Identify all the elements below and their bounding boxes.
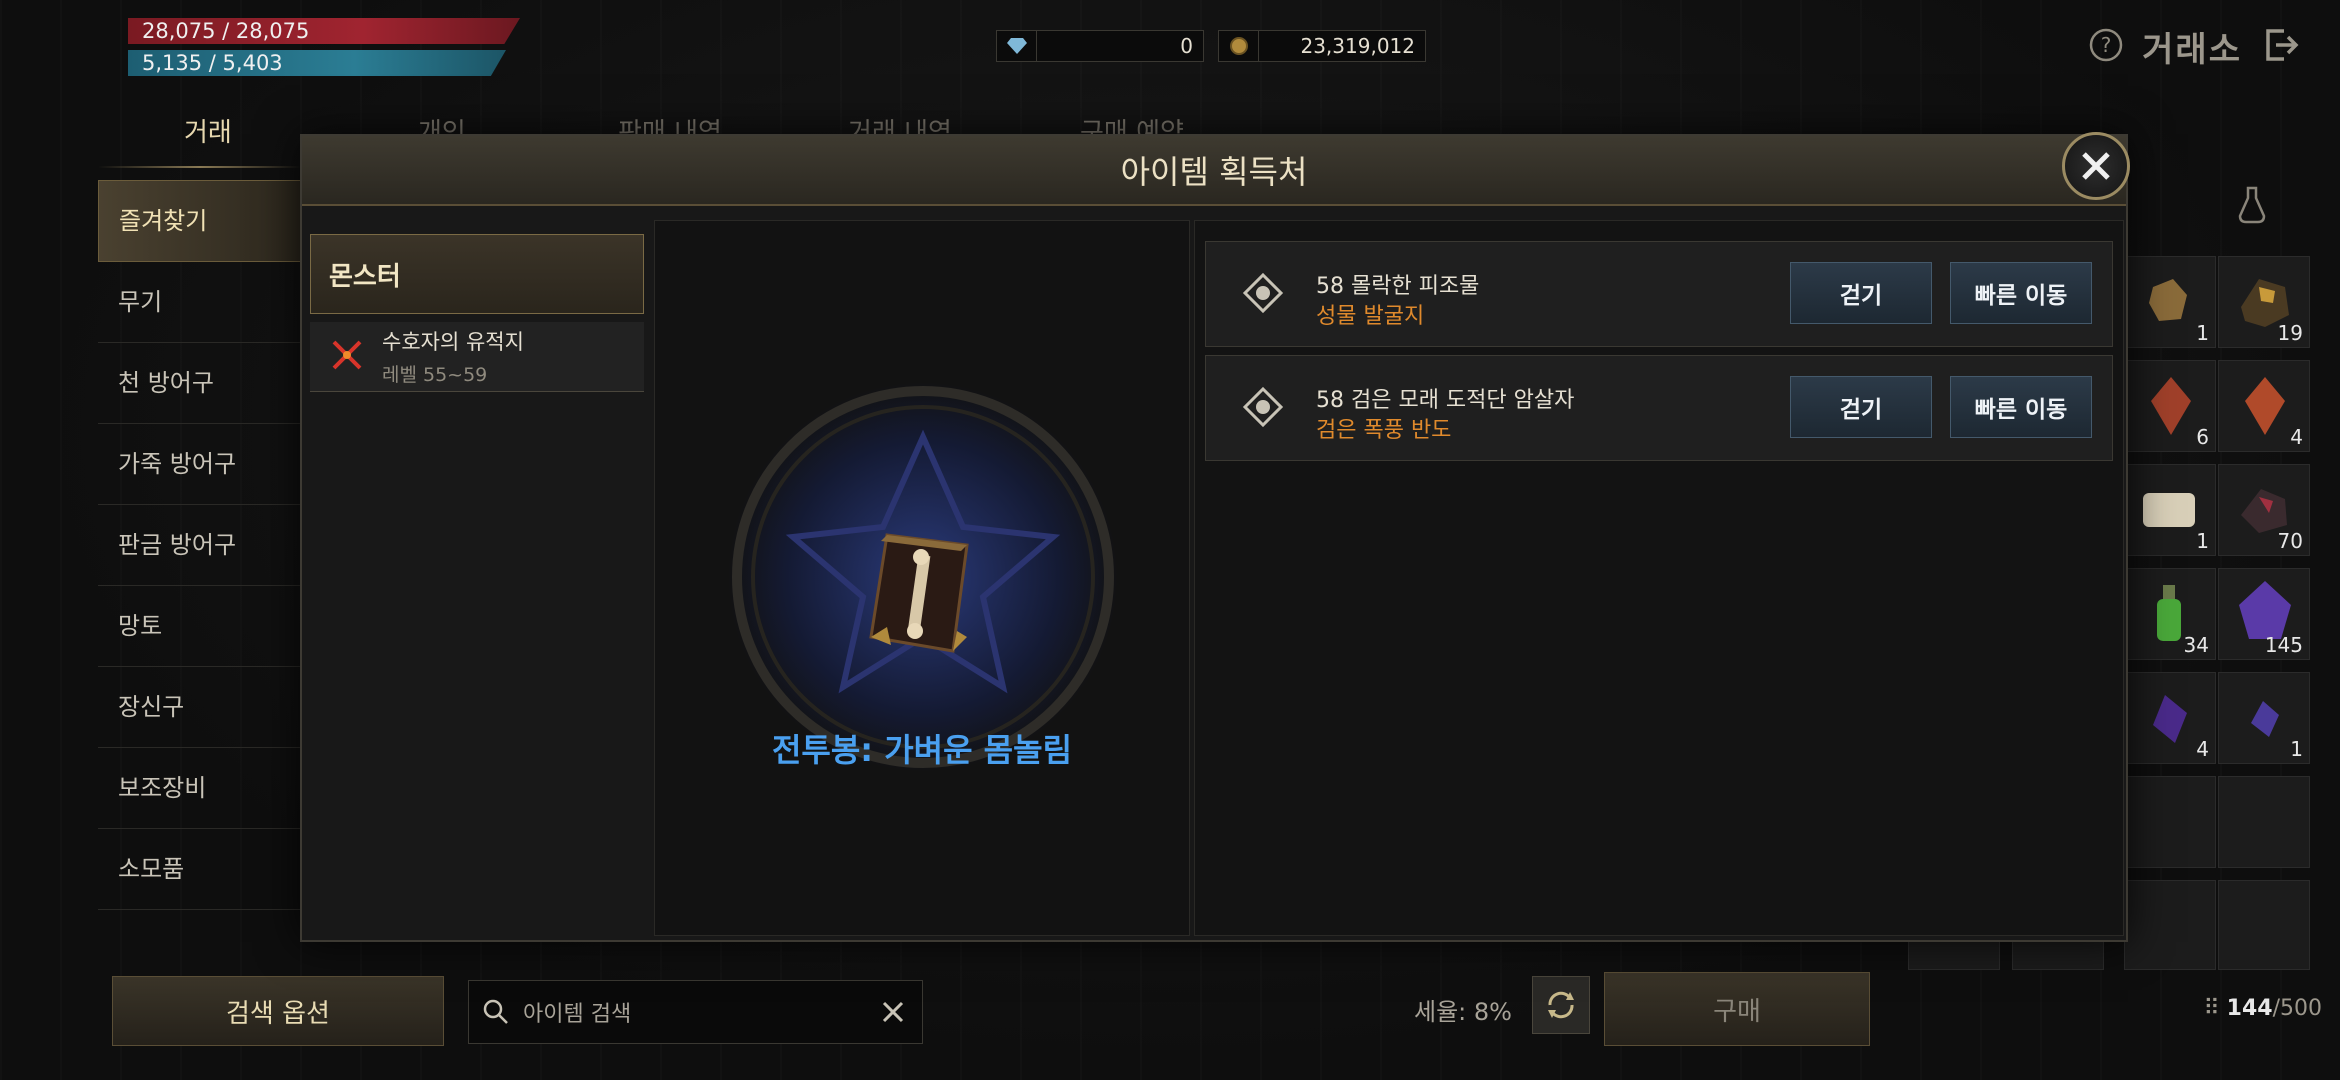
item-preview-pane: 전투봉: 가벼운 몸놀림 [654, 220, 1190, 936]
source-type-label: 몬스터 [329, 261, 401, 292]
fast-travel-button[interactable]: 빠른 이동 [1950, 262, 2092, 324]
top-right-controls: ? 거래소 [2088, 22, 2300, 71]
search-input[interactable]: 아이템 검색 [468, 980, 923, 1044]
inventory-slot-empty[interactable] [2218, 880, 2310, 970]
buy-label: 구매 [1713, 996, 1761, 1027]
mp-text: 5,135 / 5,403 [142, 51, 283, 75]
inventory-slot-empty[interactable] [2218, 776, 2310, 868]
refresh-button[interactable] [1532, 976, 1590, 1034]
grid-icon: ⠿ [2203, 996, 2227, 1021]
item-count: 6 [2196, 425, 2209, 449]
crossed-swords-icon [328, 336, 366, 378]
inventory-slot[interactable]: 1 [2218, 672, 2310, 764]
inventory-capacity: ⠿ 144/500 [2204, 996, 2322, 1021]
location-name: 검은 폭풍 반도 [1316, 418, 1452, 443]
walk-button[interactable]: 걷기 [1790, 376, 1932, 438]
svg-text:?: ? [2101, 33, 2112, 57]
item-count: 4 [2290, 425, 2303, 449]
category-consumables[interactable]: 소모품 [98, 829, 302, 910]
source-level: 레벨 55~59 [382, 364, 488, 386]
list-item: 58 몰락한 피조물 성물 발굴지 걷기 빠른 이동 [1205, 241, 2113, 347]
item-count: 1 [2196, 321, 2209, 345]
gold-amount: 23,319,012 [1300, 34, 1415, 58]
mp-bar: 5,135 / 5,403 [128, 50, 506, 76]
close-button[interactable] [2062, 132, 2130, 200]
drop-source-list: 58 몰락한 피조물 성물 발굴지 걷기 빠른 이동 58 검은 모래 도적단 … [1194, 220, 2124, 936]
walk-button[interactable]: 걷기 [1790, 262, 1932, 324]
category-accessory[interactable]: 장신구 [98, 667, 302, 748]
help-icon[interactable]: ? [2088, 27, 2124, 67]
diamond-icon [997, 31, 1037, 61]
monster-name: 58 검은 모래 도적단 암살자 [1316, 388, 1575, 413]
item-count: 70 [2277, 529, 2303, 553]
search-placeholder: 아이템 검색 [523, 1002, 632, 1027]
inventory-slot-empty[interactable] [2124, 776, 2216, 868]
source-dungeon-item[interactable]: 수호자의 유적지 레벨 55~59 [310, 322, 644, 392]
skill-book-icon [869, 533, 969, 653]
inventory-slot[interactable]: 70 [2218, 464, 2310, 556]
inventory-slot[interactable]: 145 [2218, 568, 2310, 660]
inventory-slot[interactable]: 4 [2124, 672, 2216, 764]
monster-name: 58 몰락한 피조물 [1316, 274, 1480, 299]
source-column: 몬스터 수호자의 유적지 레벨 55~59 [310, 234, 644, 392]
list-item: 58 검은 모래 도적단 암살자 검은 폭풍 반도 걷기 빠른 이동 [1205, 355, 2113, 461]
item-name: 전투봉: 가벼운 몸놀림 [771, 731, 1073, 769]
location-marker-icon [1242, 272, 1284, 314]
page-title: 거래소 [2142, 30, 2242, 70]
capacity-used: 144 [2226, 996, 2273, 1021]
item-count: 1 [2290, 737, 2303, 761]
item-source-modal: 아이템 획득처 몬스터 수호자의 유적지 레벨 55~59 전투봉: 가벼운 몸… [300, 132, 2130, 942]
inventory-slot-empty[interactable] [2124, 880, 2216, 970]
item-count: 1 [2196, 529, 2209, 553]
gold-currency: 23,319,012 [1218, 30, 1426, 62]
inventory-slot[interactable]: 4 [2218, 360, 2310, 452]
diamond-amount: 0 [1180, 34, 1193, 58]
location-name: 성물 발굴지 [1316, 304, 1425, 329]
item-count: 4 [2196, 737, 2209, 761]
close-icon [2082, 152, 2110, 180]
category-favorites[interactable]: 즐겨찾기 [98, 180, 302, 262]
item-count: 145 [2264, 633, 2303, 657]
fast-travel-button[interactable]: 빠른 이동 [1950, 376, 2092, 438]
category-cloak[interactable]: 망토 [98, 586, 302, 667]
category-sub-equipment[interactable]: 보조장비 [98, 748, 302, 829]
gold-coin-icon [1219, 31, 1259, 61]
tab-trade[interactable]: 거래 [184, 112, 232, 149]
category-plate-armor[interactable]: 판금 방어구 [98, 505, 302, 586]
exit-icon[interactable] [2260, 25, 2300, 69]
inventory-slot[interactable]: 34 [2124, 568, 2216, 660]
modal-header: 아이템 획득처 [302, 136, 2126, 206]
category-leather-armor[interactable]: 가죽 방어구 [98, 424, 302, 505]
inventory-slot[interactable]: 6 [2124, 360, 2216, 452]
search-option-button[interactable]: 검색 옵션 [112, 976, 444, 1046]
clear-search-icon[interactable] [864, 999, 922, 1025]
search-icon [481, 997, 511, 1027]
item-count: 34 [2183, 633, 2209, 657]
source-type-header[interactable]: 몬스터 [310, 234, 644, 314]
tab-underline [98, 166, 302, 168]
inventory-slot[interactable]: 19 [2218, 256, 2310, 348]
location-marker-icon [1242, 386, 1284, 428]
modal-title: 아이템 획득처 [1120, 153, 1308, 191]
search-option-label: 검색 옵션 [226, 998, 330, 1029]
potion-flask-icon[interactable] [2236, 184, 2268, 228]
category-list: 즐겨찾기 무기 천 방어구 가죽 방어구 판금 방어구 망토 장신구 보조장비 … [98, 180, 302, 910]
inventory-slot[interactable]: 1 [2124, 464, 2216, 556]
capacity-total: /500 [2272, 996, 2322, 1021]
category-weapon[interactable]: 무기 [98, 262, 302, 343]
hp-text: 28,075 / 28,075 [142, 19, 310, 43]
category-cloth-armor[interactable]: 천 방어구 [98, 343, 302, 424]
source-name: 수호자의 유적지 [382, 330, 524, 354]
buy-button[interactable]: 구매 [1604, 972, 1870, 1046]
diamond-currency: 0 [996, 30, 1204, 62]
tax-rate: 세율: 8% [1414, 998, 1512, 1026]
item-count: 19 [2277, 321, 2303, 345]
refresh-icon [1548, 991, 1574, 1019]
hp-bar: 28,075 / 28,075 [128, 18, 520, 44]
inventory-slot[interactable]: 1 [2124, 256, 2216, 348]
